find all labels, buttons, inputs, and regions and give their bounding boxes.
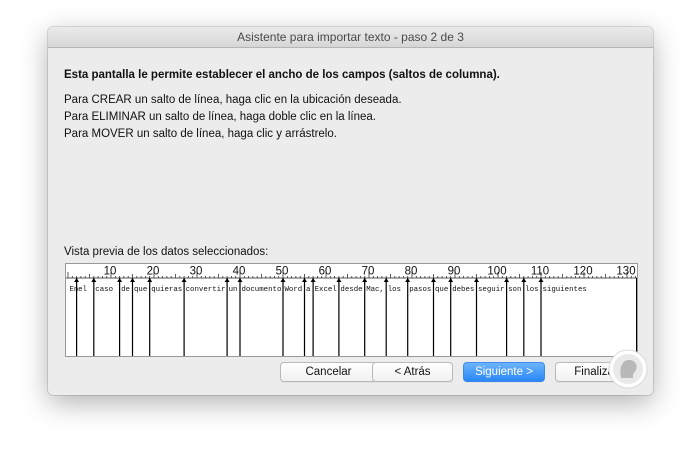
preview-cell: convertir [186,286,226,294]
column-break-arrow [224,278,230,282]
ruler-label: 30 [190,266,203,278]
column-break-arrow [91,278,97,282]
column-break-arrow [147,278,153,282]
person-head-icon [608,349,648,389]
column-break-arrow [521,278,527,282]
preview-cell: los [525,286,538,294]
column-break-arrow [237,278,243,282]
instruction-move: Para MOVER un salto de línea, haga clic … [64,128,337,140]
preview-cell: desde [340,286,362,294]
preview-cell: siguientes [543,286,587,294]
preview-cell: quieras [151,286,182,294]
preview-cell: documento [242,286,282,294]
preview-cell: que [134,286,147,294]
ruler-label: 90 [448,266,461,278]
column-break-arrow [117,278,123,282]
data-preview-panel[interactable]: 10 20 30 40 50 60 70 80 90 100 110 120 130 En el caso de… [65,263,638,357]
column-break-arrow [336,278,342,282]
preview-cell: un [229,286,238,294]
ruler-label: 10 [104,266,117,278]
preview-label: Vista previa de los datos seleccionados: [64,246,269,258]
ruler-label: 70 [362,266,375,278]
preview-cell: Word [285,286,303,294]
preview-cell: de [121,286,130,294]
column-break-arrow [280,278,286,282]
column-break-arrow [504,278,510,282]
ruler-label: 40 [233,266,246,278]
window-title: Asistente para importar texto - paso 2 d… [48,27,653,48]
column-break-arrow [130,278,135,282]
preview-cell: En [70,286,79,294]
column-break-arrow [74,278,80,282]
import-wizard-window: Asistente para importar texto - paso 2 d… [48,27,653,395]
column-break-arrow [538,278,544,282]
ruler-label: 20 [147,266,160,278]
column-break-arrow [310,278,316,282]
column-break-preview[interactable]: 10 20 30 40 50 60 70 80 90 100 110 120 130En el caso de… [66,264,637,356]
preview-cell: Mac, [366,286,384,294]
cancel-button[interactable]: Cancelar [280,362,377,382]
column-break-arrow [474,278,479,282]
next-button[interactable]: Siguiente > [463,362,545,382]
preview-cell: son [508,286,521,294]
ruler-label: 80 [405,266,418,278]
ruler-label: 120 [573,266,592,278]
preview-cell: caso [95,286,113,294]
ruler-label: 100 [487,266,506,278]
ruler-label: 60 [319,266,332,278]
instruction-delete: Para ELIMINAR un salto de línea, haga do… [64,111,376,123]
ruler-label: 50 [276,266,289,278]
back-button[interactable]: < Atrás [372,362,453,382]
column-break-arrow [181,278,187,282]
instruction-heading: Esta pantalla le permite establecer el a… [64,69,500,81]
preview-cell: debes [452,286,474,294]
column-break-arrow [448,278,454,282]
preview-cell: que [435,286,448,294]
preview-cell: pasos [409,286,431,294]
column-break-arrow [383,278,389,282]
preview-cell: seguir [478,286,505,294]
preview-cell: los [388,286,401,294]
column-break-arrow [302,278,307,282]
column-break-arrow [362,278,368,282]
ruler-label: 110 [531,266,549,278]
preview-cell: el [78,286,87,294]
preview-cell: Excel [315,286,338,294]
ruler-label: 130 [616,266,635,278]
instruction-create: Para CREAR un salto de línea, haga clic … [64,94,402,106]
preview-cell: a [306,286,311,294]
column-break-arrow [405,278,411,282]
column-break-arrow [431,278,436,282]
